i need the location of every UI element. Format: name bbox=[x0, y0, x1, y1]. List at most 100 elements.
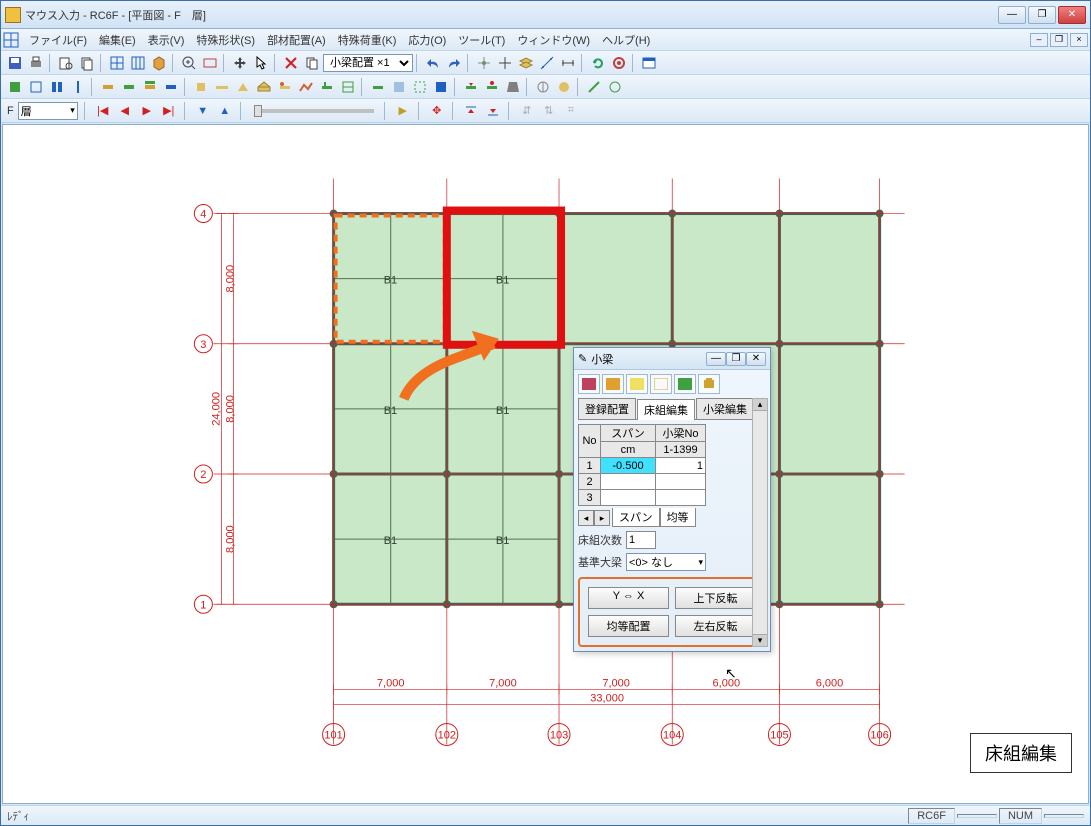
undo-icon[interactable] bbox=[423, 53, 443, 73]
align-bottom-icon[interactable] bbox=[484, 102, 502, 120]
tb2-5-icon[interactable] bbox=[98, 77, 118, 97]
flip-horizontal-button[interactable]: 左右反転 bbox=[675, 615, 756, 637]
cell-beam-2[interactable] bbox=[656, 474, 706, 490]
menu-special-shape[interactable]: 特殊形状(S) bbox=[190, 30, 261, 50]
tb2-12-icon[interactable] bbox=[254, 77, 274, 97]
cell-span-1[interactable]: -0.500 bbox=[601, 458, 656, 474]
linear-dim-icon[interactable] bbox=[558, 53, 578, 73]
panel-icon-1[interactable] bbox=[578, 374, 600, 394]
delete-icon[interactable] bbox=[281, 53, 301, 73]
tb2-6-icon[interactable] bbox=[119, 77, 139, 97]
cell-span-3[interactable] bbox=[601, 490, 656, 506]
redo-icon[interactable] bbox=[444, 53, 464, 73]
floor-combo[interactable]: 層 bbox=[18, 102, 78, 120]
panel-icon-3[interactable] bbox=[626, 374, 648, 394]
tb2-18-icon[interactable] bbox=[389, 77, 409, 97]
table-scroll-right[interactable]: ▸ bbox=[594, 510, 610, 526]
refresh-icon[interactable] bbox=[588, 53, 608, 73]
tb2-9-icon[interactable] bbox=[191, 77, 211, 97]
zoom-slider[interactable] bbox=[254, 109, 374, 113]
layers-icon[interactable] bbox=[516, 53, 536, 73]
menu-view[interactable]: 表示(V) bbox=[142, 30, 191, 50]
tb2-24-icon[interactable] bbox=[533, 77, 553, 97]
crosshair-icon[interactable] bbox=[495, 53, 515, 73]
down-icon[interactable]: ▼ bbox=[194, 102, 212, 120]
span-table[interactable]: Noスパン小梁No cm1-1399 1-0.5001 2 3 bbox=[578, 424, 706, 506]
misc-1-icon[interactable]: ⇵ bbox=[518, 102, 536, 120]
tb2-2-icon[interactable] bbox=[26, 77, 46, 97]
menu-help[interactable]: ヘルプ(H) bbox=[596, 30, 656, 50]
menu-window[interactable]: ウィンドウ(W) bbox=[511, 30, 596, 50]
mdi-minimize-button[interactable]: – bbox=[1030, 33, 1048, 47]
tb2-27-icon[interactable] bbox=[605, 77, 625, 97]
base-beam-combo[interactable]: <0> なし bbox=[626, 553, 706, 571]
gear-icon[interactable] bbox=[609, 53, 629, 73]
tab-registered-placement[interactable]: 登録配置 bbox=[578, 398, 636, 419]
menu-member-placement[interactable]: 部材配置(A) bbox=[261, 30, 332, 50]
tb2-26-icon[interactable] bbox=[584, 77, 604, 97]
measure-icon[interactable] bbox=[537, 53, 557, 73]
tb2-21-icon[interactable] bbox=[461, 77, 481, 97]
panel-close-button[interactable]: ✕ bbox=[746, 352, 766, 366]
subtab-span[interactable]: スパン bbox=[612, 508, 660, 527]
mdi-restore-button[interactable]: ❐ bbox=[1050, 33, 1068, 47]
close-button[interactable]: ✕ bbox=[1058, 6, 1086, 24]
placement-mode-combo[interactable]: 小梁配置 ×1 bbox=[323, 54, 413, 72]
cell-beam-3[interactable] bbox=[656, 490, 706, 506]
tb2-20-icon[interactable] bbox=[431, 77, 451, 97]
play-icon[interactable]: ▶ bbox=[394, 102, 412, 120]
last-icon[interactable]: ▶| bbox=[160, 102, 178, 120]
move-icon[interactable]: ✥ bbox=[428, 102, 446, 120]
tb2-1-icon[interactable] bbox=[5, 77, 25, 97]
tb2-25-icon[interactable] bbox=[554, 77, 574, 97]
tb2-13-icon[interactable] bbox=[275, 77, 295, 97]
align-top-icon[interactable] bbox=[462, 102, 480, 120]
grid-view-icon[interactable] bbox=[107, 53, 127, 73]
tb2-8-icon[interactable] bbox=[161, 77, 181, 97]
next-icon[interactable]: ▶ bbox=[138, 102, 156, 120]
panel-scrollbar[interactable] bbox=[752, 398, 768, 647]
misc-3-icon[interactable]: ⌗ bbox=[562, 102, 580, 120]
tb2-4-icon[interactable] bbox=[68, 77, 88, 97]
menu-stress[interactable]: 応力(O) bbox=[402, 30, 452, 50]
pan-icon[interactable] bbox=[230, 53, 250, 73]
menu-tool[interactable]: ツール(T) bbox=[452, 30, 511, 50]
panel-icon-5[interactable] bbox=[674, 374, 696, 394]
first-icon[interactable]: |◀ bbox=[94, 102, 112, 120]
subtab-equal[interactable]: 均等 bbox=[660, 508, 696, 527]
window-icon[interactable] bbox=[639, 53, 659, 73]
drawing-canvas[interactable]: B1B1 B1B1 B1B1 4 3 2 1 bbox=[2, 124, 1089, 804]
copy-icon[interactable] bbox=[77, 53, 97, 73]
tb2-17-icon[interactable] bbox=[368, 77, 388, 97]
zoom-in-icon[interactable] bbox=[179, 53, 199, 73]
tab-floor-group-edit[interactable]: 床組編集 bbox=[637, 399, 695, 420]
equal-placement-button[interactable]: 均等配置 bbox=[588, 615, 669, 637]
vframe-icon[interactable] bbox=[128, 53, 148, 73]
floor-count-input[interactable] bbox=[626, 531, 656, 549]
prev-icon[interactable]: ◀ bbox=[116, 102, 134, 120]
panel-icon-6[interactable] bbox=[698, 374, 720, 394]
flip-vertical-button[interactable]: 上下反転 bbox=[675, 587, 756, 609]
cell-span-2[interactable] bbox=[601, 474, 656, 490]
cell-beam-1[interactable]: 1 bbox=[656, 458, 706, 474]
panel-title-bar[interactable]: ✎ 小梁 — ❐ ✕ bbox=[574, 348, 770, 370]
maximize-button[interactable]: ❐ bbox=[1028, 6, 1056, 24]
table-scroll-left[interactable]: ◂ bbox=[578, 510, 594, 526]
minimize-button[interactable]: — bbox=[998, 6, 1026, 24]
misc-2-icon[interactable]: ⇅ bbox=[540, 102, 558, 120]
up-icon[interactable]: ▲ bbox=[216, 102, 234, 120]
preview-icon[interactable] bbox=[56, 53, 76, 73]
panel-icon-2[interactable] bbox=[602, 374, 624, 394]
copy2-icon[interactable] bbox=[302, 53, 322, 73]
menu-edit[interactable]: 編集(E) bbox=[93, 30, 142, 50]
tab-kobari-edit[interactable]: 小梁編集 bbox=[696, 398, 754, 419]
menu-special-load[interactable]: 特殊荷重(K) bbox=[332, 30, 403, 50]
tb2-14-icon[interactable] bbox=[296, 77, 316, 97]
menu-file[interactable]: ファイル(F) bbox=[23, 30, 93, 50]
zoom-extent-icon[interactable] bbox=[200, 53, 220, 73]
tb2-10-icon[interactable] bbox=[212, 77, 232, 97]
save-icon[interactable] bbox=[5, 53, 25, 73]
tb2-16-icon[interactable] bbox=[338, 77, 358, 97]
tb2-15-icon[interactable] bbox=[317, 77, 337, 97]
tb2-3-icon[interactable] bbox=[47, 77, 67, 97]
